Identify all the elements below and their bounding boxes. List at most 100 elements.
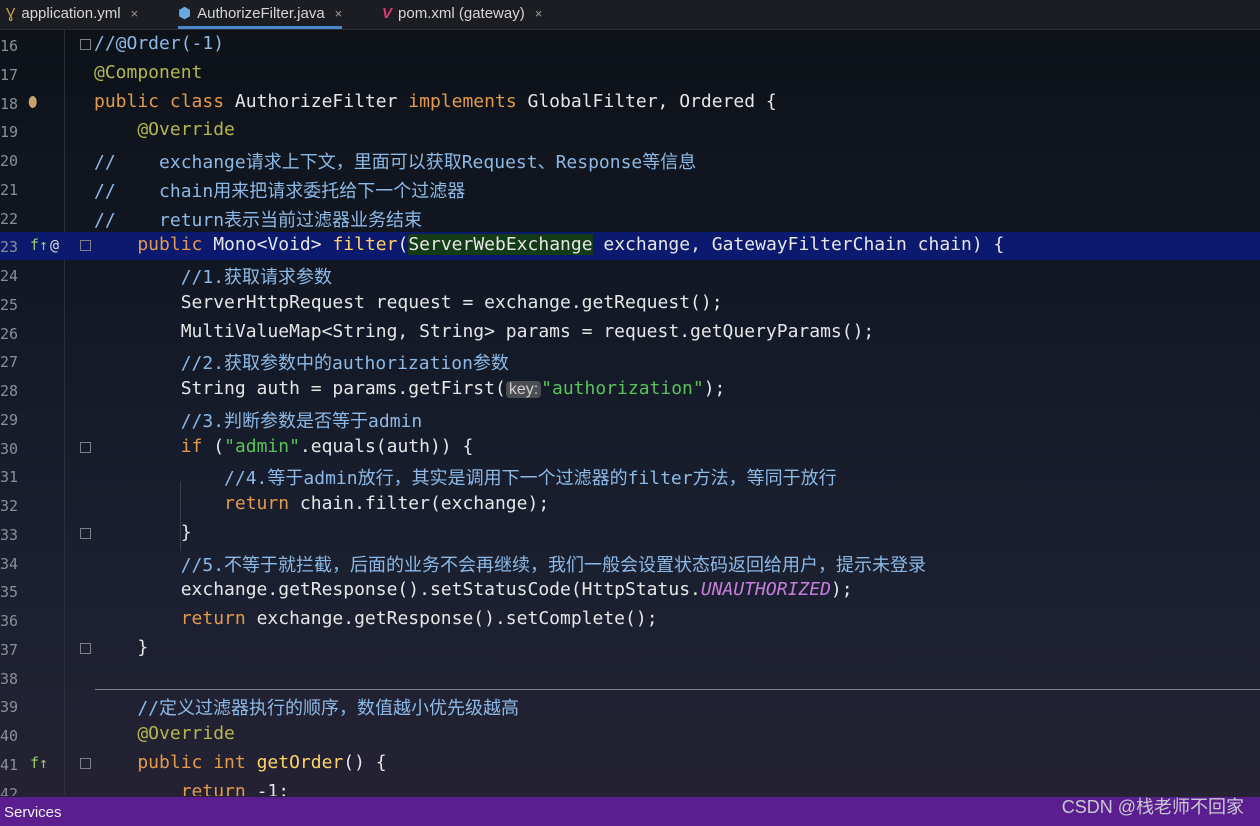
code-line[interactable]: 17 @Component [0,60,1260,88]
code-token: AuthorizeFilter [234,90,409,112]
code-token: @Override [94,723,235,744]
annotation-marker-icon[interactable]: @ [50,236,59,254]
code-line[interactable]: 18 public class AuthorizeFilter implement… [0,89,1260,117]
line-number: 28 [0,382,19,400]
code-token: UNAUTHORIZED [700,579,831,601]
tab-authorizefilter-java[interactable]: ⬢ AuthorizeFilter.java × [178,0,343,29]
line-number: 18 [0,94,19,113]
code-line[interactable]: 30 if ("admin".equals(auth)) { [0,434,1260,462]
code-line[interactable]: 40 @Override [0,721,1260,749]
code-line[interactable]: 41 public int getOrder() { [0,750,1260,778]
code-text: String auth = params.getFirst(key: "autho… [94,378,726,399]
line-number: 31 [0,468,19,487]
code-line[interactable]: 25 ServerHttpRequest request = exchange.… [0,290,1260,318]
tab-application-yml[interactable]: Ɣ application.yml × [6,0,138,27]
code-line[interactable]: 35 exchange.getResponse().setStatusCode(… [0,577,1260,605]
code-token: filter [332,234,398,256]
code-text: return chain.filter(exchange); [94,493,549,514]
line-number: 21 [0,180,19,199]
code-text: // chain用来把请求委托给下一个过滤器 [94,177,465,203]
tab-pom-xml[interactable]: V pom.xml (gateway) × [382,0,542,27]
tab-label: pom.xml (gateway) [398,5,525,22]
line-number: 22 [0,209,19,228]
code-line[interactable]: 37 } [0,635,1260,663]
tab-label: AuthorizeFilter.java [197,4,325,22]
watermark: CSDN @栈老师不回家 [1061,797,1244,817]
code-line[interactable]: 36 return exchange.getResponse().setComp… [0,606,1260,634]
code-token: //4.等于admin放行，其实是调用下一个过滤器的filter方法，等同于放行 [94,468,837,490]
code-token: getOrder [256,751,344,773]
line-number: 25 [0,295,19,314]
code-line[interactable]: 24 //1.获取请求参数 [0,261,1260,289]
code-line[interactable]: 22 // return表示当前过滤器业务结束 [0,204,1260,232]
code-line[interactable]: 32 return chain.filter(exchange); [0,491,1260,519]
code-token: () { [343,751,387,773]
code-token: public class [94,90,235,112]
code-token: //2.获取参数中的authorization参数 [94,353,509,375]
code-token: // return表示当前过滤器业务结束 [94,209,423,231]
code-text: //@Order(-1) [94,33,224,54]
code-line[interactable]: 34 //5.不等于就拦截，后面的业务不会再继续，我们一般会设置状态码返回给用户… [0,549,1260,577]
code-token: //3.判断参数是否等于admin [94,410,423,432]
code-line[interactable]: 23 public Mono<Void> filter(ServerWebExc… [0,232,1260,261]
code-text: MultiValueMap<String, String> params = r… [94,320,875,342]
line-number: 39 [0,698,19,717]
fold-icon[interactable] [80,527,91,539]
services-tool-window[interactable]: Services [4,804,62,821]
close-icon[interactable]: × [131,6,139,21]
close-icon[interactable]: × [535,6,543,21]
code-token: //5.不等于就拦截，后面的业务不会再继续，我们一般会设置状态码返回给用户，提示… [94,554,927,576]
fold-icon[interactable] [80,39,91,50]
implementations-icon[interactable]: ⬮ [28,93,37,111]
code-token: @Component [94,61,203,83]
fold-icon[interactable] [80,642,91,654]
code-line[interactable]: 19 @Override [0,117,1260,145]
fold-icon[interactable] [80,240,91,252]
line-number: 26 [0,324,19,343]
line-number: 24 [0,267,19,285]
code-token: MultiValueMap<String, String> params = r… [94,320,875,342]
code-token: // exchange请求上下文，里面可以获取Request、Response等… [94,152,697,173]
code-text: ServerHttpRequest request = exchange.get… [94,292,723,313]
override-method-icon[interactable]: f↑ [30,754,48,772]
code-text: @Component [94,62,202,83]
line-number: 33 [0,525,19,544]
code-line[interactable]: 26 MultiValueMap<String, String> params … [0,319,1260,347]
code-token: return [94,608,257,629]
code-line[interactable]: 21 // chain用来把请求委托给下一个过滤器 [0,175,1260,203]
code-text: // exchange请求上下文，里面可以获取Request、Response等… [94,148,696,174]
fold-icon[interactable] [80,441,91,453]
java-class-icon: ⬢ [178,5,192,22]
line-number: 19 [0,123,19,142]
code-line[interactable]: 16 //@Order(-1) [0,31,1260,59]
code-token: "admin" [224,435,300,457]
close-icon[interactable]: × [335,6,343,21]
code-token: if [94,435,214,457]
code-token: ServerWebExchange [408,234,593,256]
line-number: 23 [0,238,19,257]
code-token: "authorization" [541,378,704,399]
code-text: //3.判断参数是否等于admin [94,407,423,433]
code-line[interactable]: 31 //4.等于admin放行，其实是调用下一个过滤器的filter方法，等同… [0,462,1260,490]
line-number: 32 [0,497,19,515]
code-token: public [94,234,214,256]
code-editor[interactable]: 16 //@Order(-1) 17 @Component 18 public class… [0,31,1260,796]
line-number: 35 [0,583,19,602]
code-line[interactable]: 28 String auth = params.getFirst(key: "au… [0,376,1260,404]
code-line[interactable]: 33 } [0,520,1260,548]
maven-icon: V [382,5,393,22]
code-token: ServerHttpRequest request = exchange.get… [94,291,723,313]
code-token: //定义过滤器执行的顺序，数值越小优先级越高 [94,698,520,720]
code-line[interactable]: 38 [0,664,1260,692]
code-line[interactable]: 29 //3.判断参数是否等于admin [0,405,1260,433]
code-line[interactable]: 20 // exchange请求上下文，里面可以获取Request、Respons… [0,146,1260,174]
code-line[interactable]: 27 //2.获取参数中的authorization参数 [0,347,1260,375]
code-line[interactable]: 39 //定义过滤器执行的顺序，数值越小优先级越高 [0,692,1260,720]
code-token: String auth = params.getFirst( [94,378,506,399]
code-token: exchange, GatewayFilterChain chain) { [592,234,1005,256]
yaml-file-icon: Ɣ [6,5,16,22]
override-method-icon[interactable]: f↑ [30,236,48,254]
fold-icon[interactable] [80,757,91,769]
code-text: } [94,637,148,658]
code-token: implements [408,90,528,112]
